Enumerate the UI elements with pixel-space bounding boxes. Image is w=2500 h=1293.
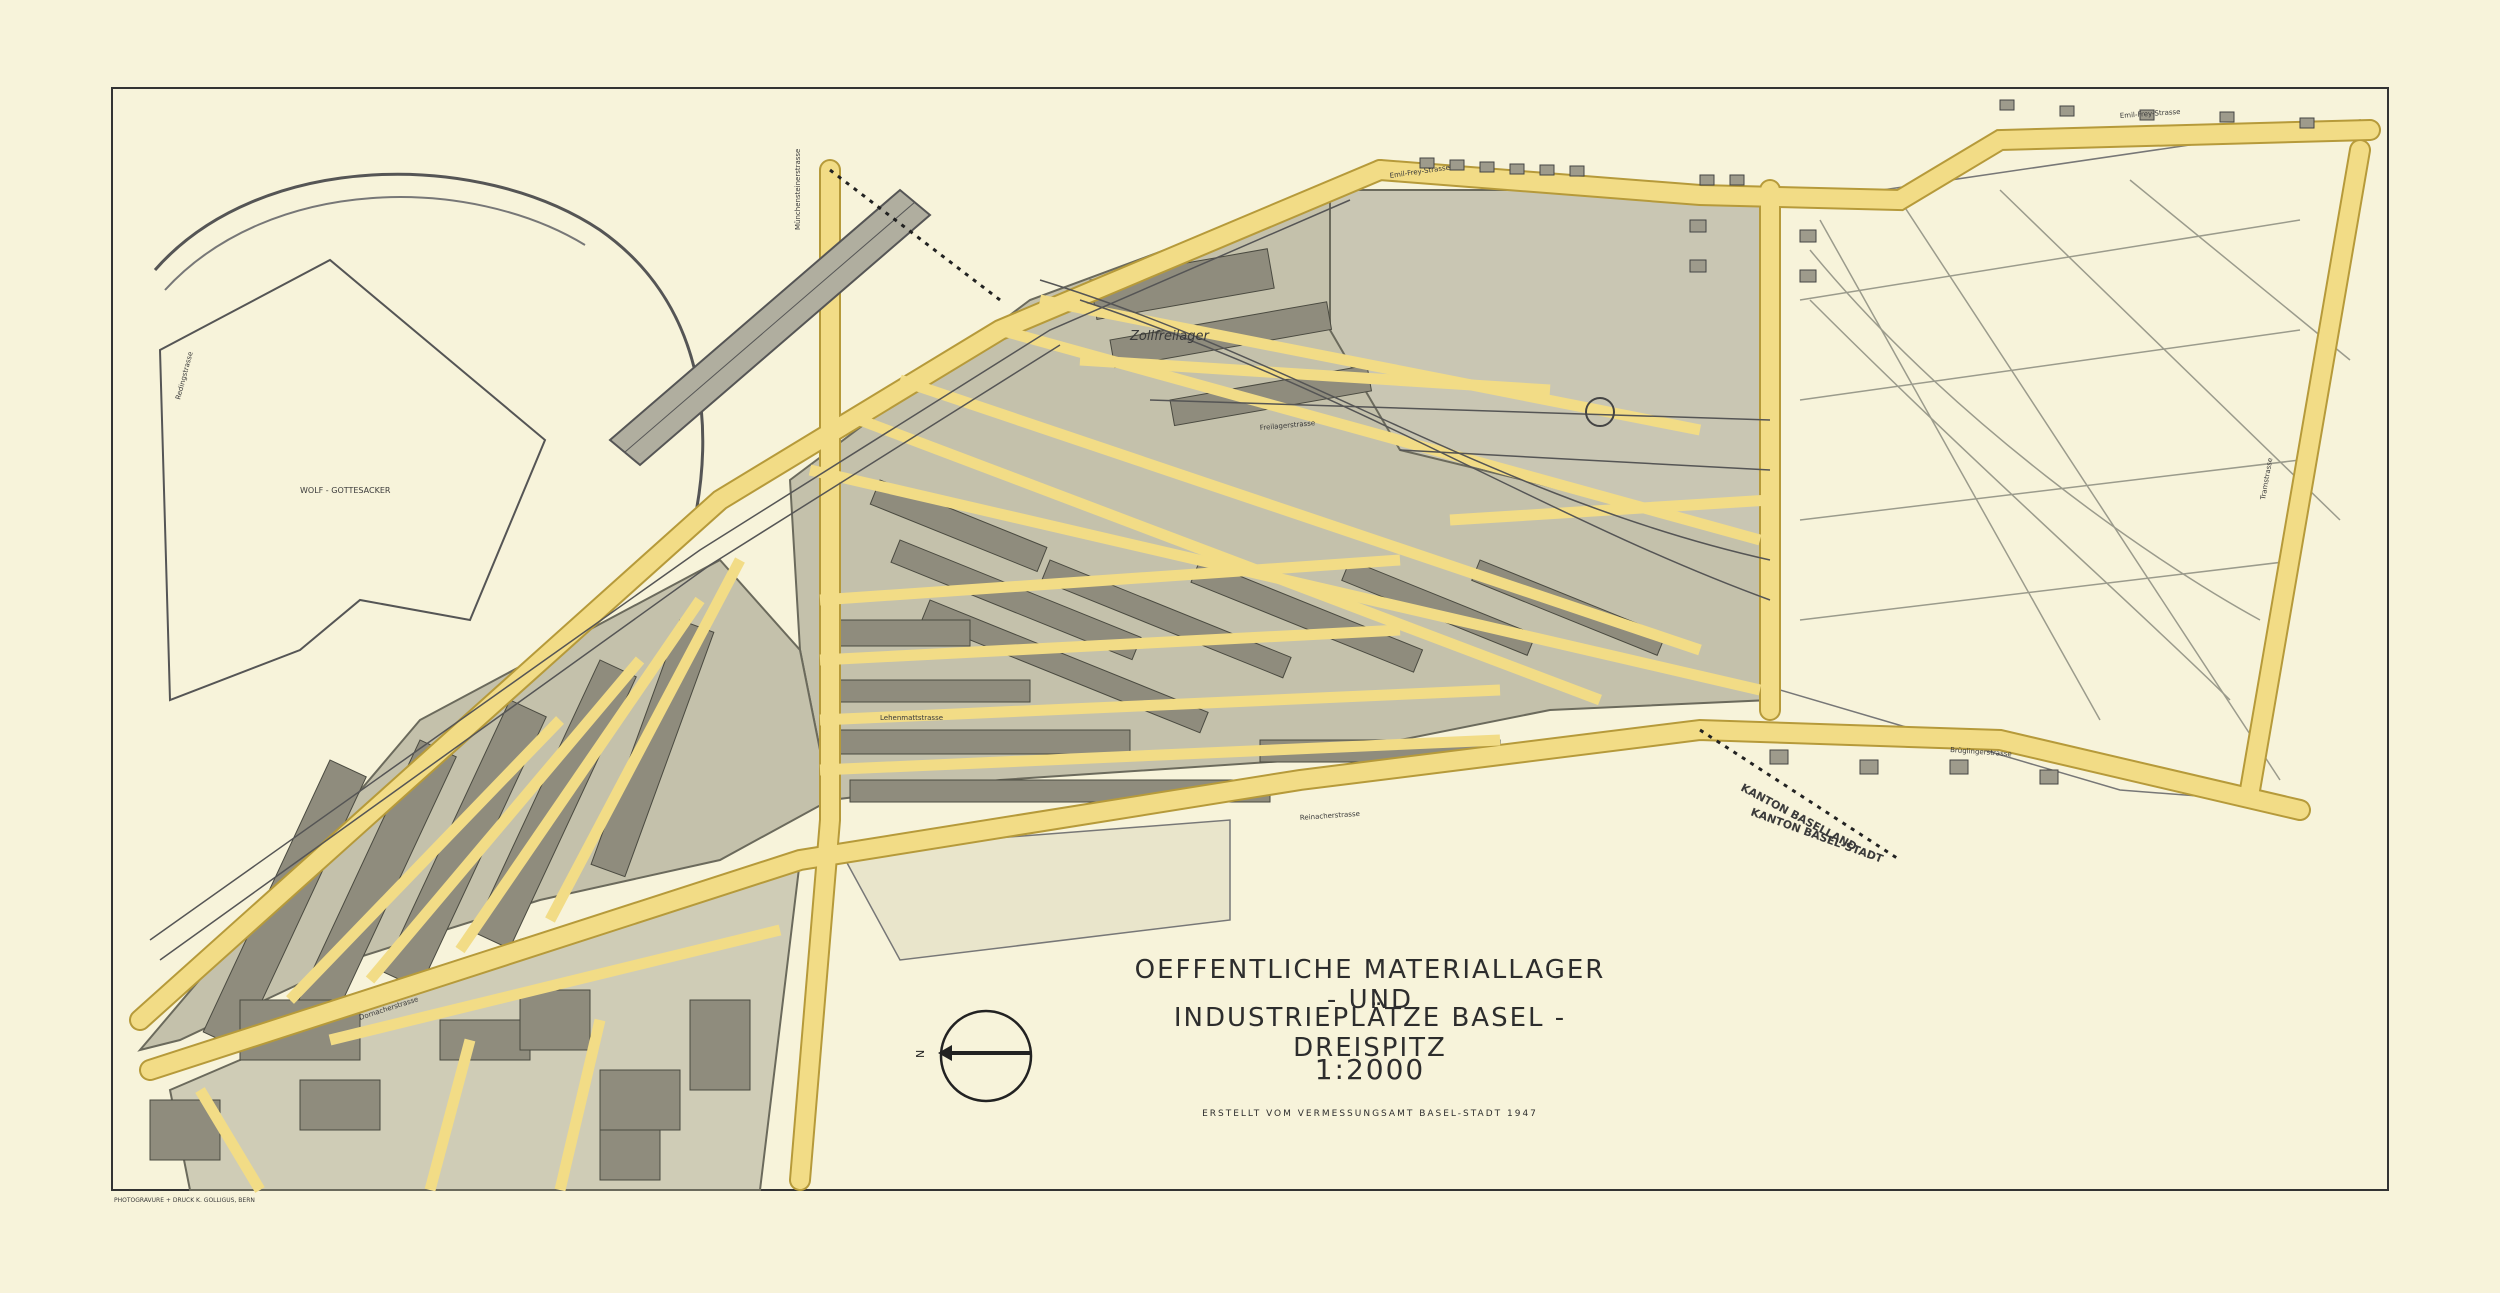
printer-note: PHOTOGRAVURE + DRUCK K. GOLLIGUS, BERN — [114, 1197, 255, 1204]
map-scale: 1:2000 — [1314, 1053, 1426, 1086]
compass: N — [914, 1009, 1033, 1103]
label-reinacherstrasse: Reinacherstrasse — [1300, 810, 1361, 822]
compass-north-letter: N — [914, 1050, 927, 1058]
map-canvas: WOLF - GOTTESACKER Zollfreilager Emil-Fr… — [111, 87, 2389, 1204]
label-zollfreilager: Zollfreilager — [1129, 329, 1210, 344]
label-wolf-gottesacker: WOLF - GOTTESACKER — [300, 486, 391, 495]
map-sheet: WOLF - GOTTESACKER Zollfreilager Emil-Fr… — [0, 0, 2500, 1293]
map-credit: ERSTELLT VOM VERMESSUNGSAMT BASEL-STADT … — [1202, 1109, 1538, 1119]
label-kanton-basel-stadt: KANTON BASEL-STADT — [1749, 806, 1885, 866]
label-muenchensteinerstrasse: Münchensteinerstrasse — [794, 149, 802, 230]
label-lehenmattstrasse: Lehenmattstrasse — [880, 714, 943, 722]
compass-circle — [939, 1009, 1033, 1103]
